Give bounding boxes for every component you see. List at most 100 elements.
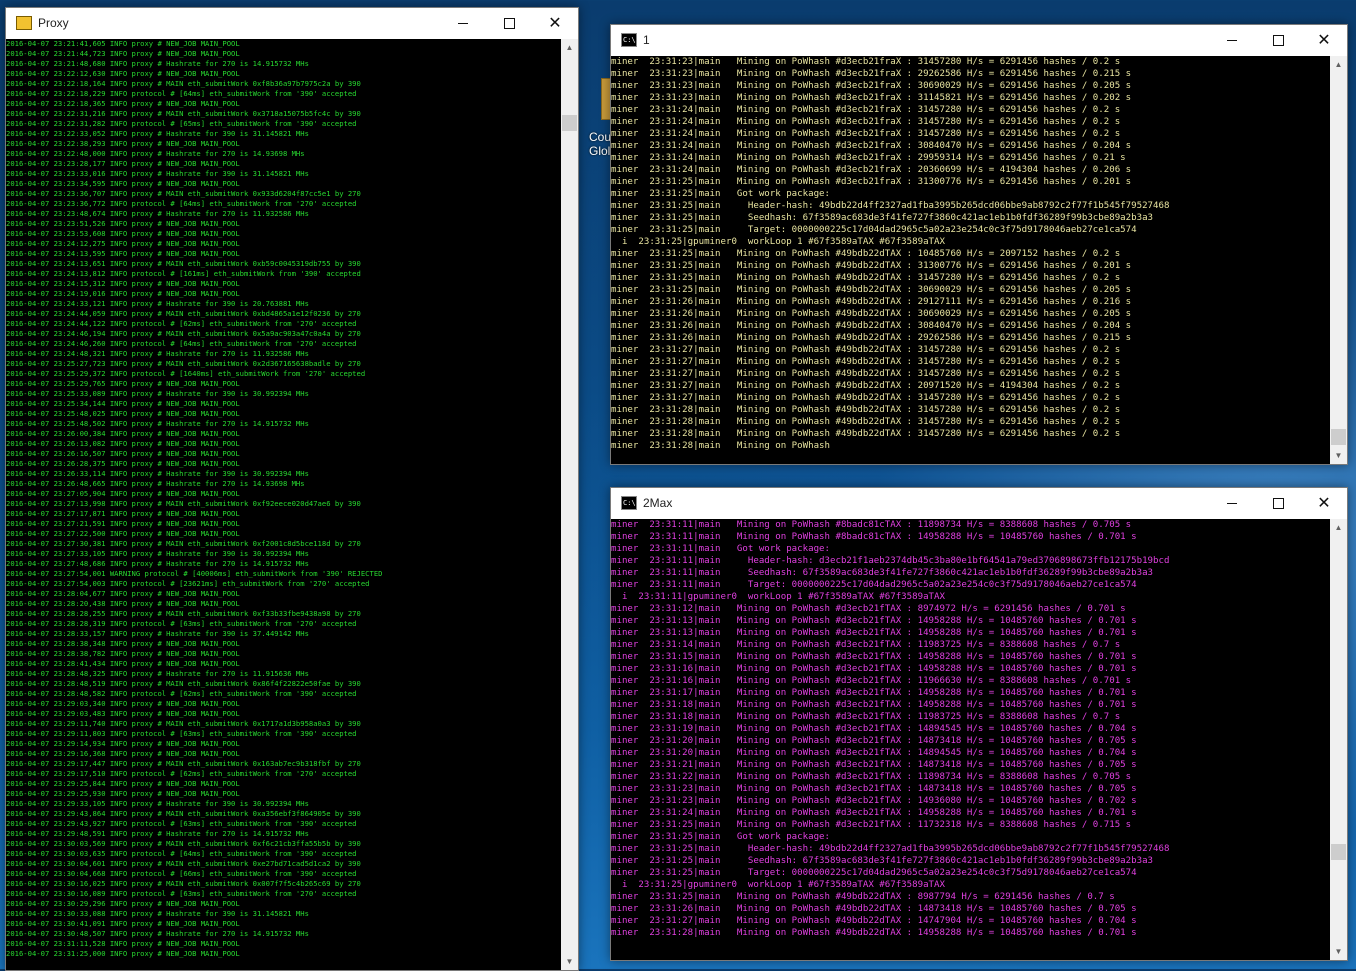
console-line: 2016-04-07 23:27:17,871 INFO proxy # NEW… bbox=[6, 509, 240, 518]
console-line: 2016-04-07 23:24:13,651 INFO proxy # MAI… bbox=[6, 259, 361, 268]
console-line: miner 23:31:26|main Mining on PoWhash #4… bbox=[611, 321, 1132, 331]
console-line: 2016-04-07 23:30:03,635 INFO protocol # … bbox=[6, 849, 357, 858]
console-line: miner 23:31:25|main Mining on PoWhash #d… bbox=[611, 177, 1132, 187]
console-line: 2016-04-07 23:28:48,519 INFO proxy # MAI… bbox=[6, 679, 361, 688]
miner2-scrollbar[interactable]: ▲ ▼ bbox=[1330, 519, 1347, 960]
minimize-icon bbox=[1227, 502, 1237, 504]
proxy-console-output[interactable]: 2016-04-07 23:21:41,605 INFO proxy # NEW… bbox=[6, 39, 561, 970]
console-line: 2016-04-07 23:27:13,998 INFO proxy # MAI… bbox=[6, 499, 361, 508]
scroll-down-arrow-icon[interactable]: ▼ bbox=[1330, 447, 1347, 464]
console-line: 2016-04-07 23:22:31,282 INFO protocol # … bbox=[6, 119, 357, 128]
close-icon: ✕ bbox=[548, 13, 562, 32]
proxy-titlebar[interactable]: Proxy ✕ bbox=[6, 8, 578, 38]
console-line: 2016-04-07 23:26:33,114 INFO proxy # Has… bbox=[6, 469, 309, 478]
console-line: 2016-04-07 23:27:05,904 INFO proxy # NEW… bbox=[6, 489, 240, 498]
miner1-close-button[interactable]: ✕ bbox=[1301, 25, 1347, 55]
console-line: miner 23:31:18|main Mining on PoWhash #d… bbox=[611, 712, 1121, 722]
miner2-minimize-button[interactable] bbox=[1209, 488, 1255, 518]
console-line: 2016-04-07 23:29:33,105 INFO proxy # Has… bbox=[6, 799, 309, 808]
scroll-up-arrow-icon[interactable]: ▲ bbox=[1330, 519, 1347, 536]
console-line: 2016-04-07 23:29:48,591 INFO proxy # Has… bbox=[6, 829, 309, 838]
console-line: 2016-04-07 23:31:25,000 INFO proxy # NEW… bbox=[6, 949, 240, 958]
console-line: 2016-04-07 23:28:33,157 INFO proxy # Has… bbox=[6, 629, 309, 638]
console-line: 2016-04-07 23:24:33,121 INFO proxy # Has… bbox=[6, 299, 309, 308]
console-line: 2016-04-07 23:30:41,091 INFO proxy # NEW… bbox=[6, 919, 240, 928]
console-line: 2016-04-07 23:26:00,384 INFO proxy # NEW… bbox=[6, 429, 240, 438]
miner1-console-output[interactable]: miner 23:31:23|main Mining on PoWhash #d… bbox=[611, 56, 1330, 464]
proxy-minimize-button[interactable] bbox=[440, 8, 486, 38]
console-line: miner 23:31:27|main Mining on PoWhash #4… bbox=[611, 357, 1121, 367]
console-line: 2016-04-07 23:29:25,930 INFO proxy # NEW… bbox=[6, 789, 240, 798]
console-line: miner 23:31:22|main Mining on PoWhash #d… bbox=[611, 772, 1132, 782]
console-line: 2016-04-07 23:29:17,447 INFO proxy # MAI… bbox=[6, 759, 361, 768]
scroll-up-arrow-icon[interactable]: ▲ bbox=[561, 39, 578, 56]
console-line: 2016-04-07 23:23:48,674 INFO proxy # Has… bbox=[6, 209, 309, 218]
console-line: miner 23:31:25|main Target: 0000000225c1… bbox=[611, 225, 1137, 235]
console-line: miner 23:31:23|main Mining on PoWhash #d… bbox=[611, 784, 1137, 794]
miner2-close-button[interactable]: ✕ bbox=[1301, 488, 1347, 518]
console-line: 2016-04-07 23:24:13,595 INFO proxy # NEW… bbox=[6, 249, 240, 258]
proxy-scrollbar[interactable]: ▲ ▼ bbox=[561, 39, 578, 970]
proxy-scroll-thumb[interactable] bbox=[562, 115, 577, 131]
console-line: 2016-04-07 23:29:03,483 INFO proxy # NEW… bbox=[6, 709, 240, 718]
miner2-window[interactable]: C:\ 2Max ✕ miner 23:31:11|main Mining on… bbox=[610, 487, 1348, 961]
console-line: 2016-04-07 23:27:48,686 INFO proxy # Has… bbox=[6, 559, 309, 568]
console-line: miner 23:31:25|main Mining on PoWhash #4… bbox=[611, 261, 1132, 271]
console-line: 2016-04-07 23:29:25,844 INFO proxy # NEW… bbox=[6, 779, 240, 788]
proxy-window[interactable]: Proxy ✕ 2016-04-07 23:21:41,605 INFO pro… bbox=[5, 7, 579, 971]
console-line: miner 23:31:27|main Mining on PoWhash #4… bbox=[611, 393, 1121, 403]
miner2-titlebar[interactable]: C:\ 2Max ✕ bbox=[611, 488, 1347, 518]
console-line: miner 23:31:27|main Mining on PoWhash #4… bbox=[611, 916, 1137, 926]
miner2-scroll-thumb[interactable] bbox=[1331, 844, 1346, 860]
console-line: 2016-04-07 23:29:17,510 INFO protocol # … bbox=[6, 769, 357, 778]
console-line: miner 23:31:25|main Mining on PoWhash #d… bbox=[611, 820, 1132, 830]
console-line: 2016-04-07 23:29:14,934 INFO proxy # NEW… bbox=[6, 739, 240, 748]
miner1-maximize-button[interactable] bbox=[1255, 25, 1301, 55]
console-line: 2016-04-07 23:30:04,601 INFO proxy # MAI… bbox=[6, 859, 361, 868]
miner1-window[interactable]: C:\ 1 ✕ miner 23:31:23|main Mining on Po… bbox=[610, 24, 1348, 465]
miner1-scrollbar[interactable]: ▲ ▼ bbox=[1330, 56, 1347, 464]
miner1-scroll-thumb[interactable] bbox=[1331, 429, 1346, 445]
console-line: miner 23:31:28|main Mining on PoWhash #4… bbox=[611, 417, 1121, 427]
console-line: 2016-04-07 23:25:48,502 INFO proxy # Has… bbox=[6, 419, 309, 428]
console-line: 2016-04-07 23:23:28,177 INFO proxy # NEW… bbox=[6, 159, 240, 168]
scroll-up-arrow-icon[interactable]: ▲ bbox=[1330, 56, 1347, 73]
scroll-down-arrow-icon[interactable]: ▼ bbox=[1330, 943, 1347, 960]
console-line: 2016-04-07 23:22:12,630 INFO proxy # NEW… bbox=[6, 69, 240, 78]
console-line: 2016-04-07 23:22:31,216 INFO proxy # MAI… bbox=[6, 109, 361, 118]
miner2-maximize-button[interactable] bbox=[1255, 488, 1301, 518]
console-line: 2016-04-07 23:29:11,740 INFO proxy # MAI… bbox=[6, 719, 361, 728]
console-line: 2016-04-07 23:29:11,803 INFO protocol # … bbox=[6, 729, 357, 738]
console-line: miner 23:31:26|main Mining on PoWhash #4… bbox=[611, 333, 1132, 343]
console-line: 2016-04-07 23:24:19,016 INFO proxy # NEW… bbox=[6, 289, 240, 298]
console-line: 2016-04-07 23:30:29,296 INFO proxy # NEW… bbox=[6, 899, 240, 908]
miner2-console-output[interactable]: miner 23:31:11|main Mining on PoWhash #8… bbox=[611, 519, 1330, 960]
miner1-titlebar[interactable]: C:\ 1 ✕ bbox=[611, 25, 1347, 55]
console-line: miner 23:31:21|main Mining on PoWhash #d… bbox=[611, 760, 1137, 770]
console-line: i 23:31:11|gpuminer0 workLoop 1 #67f3589… bbox=[611, 592, 945, 602]
console-line: miner 23:31:19|main Mining on PoWhash #d… bbox=[611, 724, 1137, 734]
scroll-down-arrow-icon[interactable]: ▼ bbox=[561, 953, 578, 970]
console-line: miner 23:31:25|main Header-hash: 49bdb22… bbox=[611, 844, 1170, 854]
console-line: 2016-04-07 23:24:13,812 INFO protocol # … bbox=[6, 269, 361, 278]
proxy-maximize-button[interactable] bbox=[486, 8, 532, 38]
proxy-close-button[interactable]: ✕ bbox=[532, 8, 578, 38]
console-line: miner 23:31:20|main Mining on PoWhash #d… bbox=[611, 748, 1137, 758]
console-line: miner 23:31:28|main Mining on PoWhash bbox=[611, 441, 830, 451]
console-line: 2016-04-07 23:27:33,105 INFO proxy # Has… bbox=[6, 549, 309, 558]
console-line: 2016-04-07 23:27:30,381 INFO proxy # MAI… bbox=[6, 539, 361, 548]
console-line: 2016-04-07 23:21:44,723 INFO proxy # NEW… bbox=[6, 49, 240, 58]
console-line: 2016-04-07 23:28:04,677 INFO proxy # NEW… bbox=[6, 589, 240, 598]
cmd-app-icon: C:\ bbox=[621, 496, 637, 510]
console-line: 2016-04-07 23:22:18,229 INFO protocol # … bbox=[6, 89, 357, 98]
console-line: 2016-04-07 23:21:41,605 INFO proxy # NEW… bbox=[6, 39, 240, 48]
console-line: 2016-04-07 23:28:28,319 INFO protocol # … bbox=[6, 619, 357, 628]
console-line: 2016-04-07 23:30:16,089 INFO protocol # … bbox=[6, 889, 357, 898]
console-line: 2016-04-07 23:24:12,275 INFO proxy # NEW… bbox=[6, 239, 240, 248]
console-line: 2016-04-07 23:25:29,372 INFO protocol # … bbox=[6, 369, 366, 378]
console-line: miner 23:31:23|main Mining on PoWhash #d… bbox=[611, 57, 1121, 67]
console-line: 2016-04-07 23:26:48,665 INFO proxy # Has… bbox=[6, 479, 305, 488]
cmd-app-icon: C:\ bbox=[621, 33, 637, 47]
console-line: miner 23:31:24|main Mining on PoWhash #d… bbox=[611, 153, 1126, 163]
miner1-minimize-button[interactable] bbox=[1209, 25, 1255, 55]
